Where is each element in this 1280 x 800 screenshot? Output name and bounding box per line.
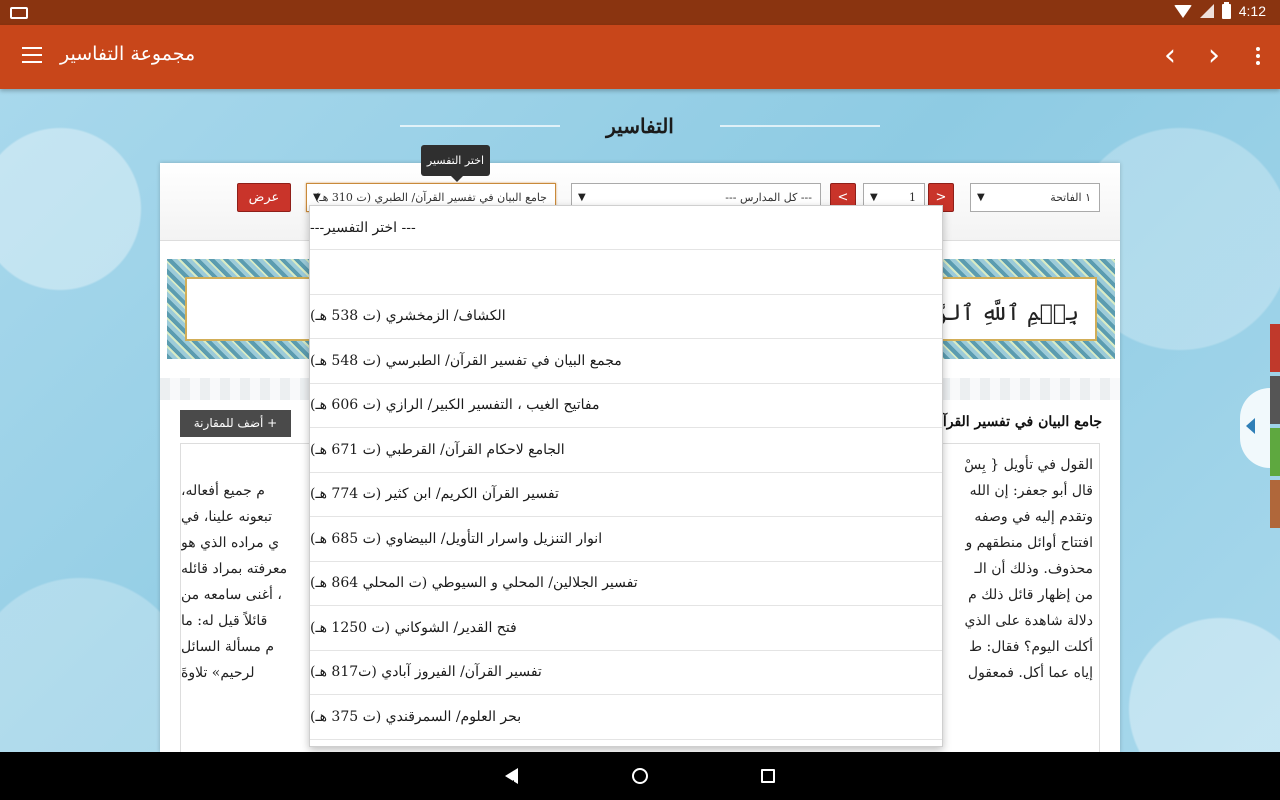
hamburger-menu-icon[interactable]: [22, 47, 42, 63]
text-line: القول في تأويل { بِسْ: [964, 457, 1093, 473]
dropdown-option[interactable]: --- اختر التفسير---: [310, 206, 942, 250]
wifi-icon: [1173, 4, 1192, 18]
text-line: لرحيم» تلاوةَ: [181, 665, 255, 681]
dropdown-option[interactable]: تفسير القرآن/ الفيروز آبادي (ت817 هـ): [310, 651, 942, 695]
chevron-left-icon[interactable]: ‹: [1164, 41, 1176, 71]
back-icon[interactable]: [505, 768, 518, 788]
chevron-right-icon[interactable]: ›: [1208, 41, 1220, 71]
text-line: قال أبو جعفر: إن الله: [969, 483, 1093, 499]
show-button[interactable]: عرض: [237, 183, 291, 212]
page-title: التفاسير: [606, 114, 674, 138]
text-line: أكلت اليوم؟ فقال: ط: [969, 639, 1093, 655]
battery-icon: [1221, 1, 1231, 19]
text-line: دلالة شاهدة على الذي: [964, 613, 1093, 629]
side-panel-toggle-icon: [1246, 418, 1255, 434]
title-divider: [400, 125, 560, 127]
tafsir-select-tooltip: اختر التفسير: [421, 145, 490, 182]
text-line: معرفته بمراد قائله: [181, 561, 288, 577]
dropdown-option[interactable]: الجامع لاحكام القرآن/ القرطبي (ت 671 هـ): [310, 428, 942, 473]
add-compare-button[interactable]: + أضف للمقارنة: [180, 410, 291, 437]
dropdown-option[interactable]: تفسير الجلالين/ المحلي و السيوطي (ت المح…: [310, 562, 942, 606]
school-select-value: --- كل المدارس ---: [725, 191, 812, 204]
title-divider: [720, 125, 880, 127]
dropdown-option[interactable]: انوار التنزيل واسرار التأويل/ البيضاوي (…: [310, 517, 942, 562]
side-tab-green[interactable]: [1270, 428, 1280, 476]
app-bar: مجموعة التفاسير ‹ ›: [0, 25, 1280, 89]
tafsir-heading: جامع البيان في تفسير القرآن: [932, 414, 1102, 430]
tafsir-dropdown-list[interactable]: --- اختر التفسير--- الكشاف/ الزمخشري (ت …: [309, 205, 943, 747]
side-tab-brown[interactable]: [1270, 480, 1280, 528]
dropdown-option[interactable]: تفسير القرآن الكريم/ ابن كثير (ت 774 هـ): [310, 473, 942, 517]
text-line: ، أغنى سامعه من: [181, 587, 282, 603]
app-notification-icon: [10, 7, 28, 19]
text-line: إياه عما أكل. فمعقول: [967, 665, 1093, 681]
overflow-menu-icon[interactable]: [1256, 47, 1260, 68]
sura-select-value: ١ الفاتحة: [1050, 191, 1091, 204]
dropdown-option[interactable]: فتح القدير/ الشوكاني (ت 1250 هـ): [310, 606, 942, 651]
app-title: مجموعة التفاسير: [60, 43, 196, 65]
home-icon[interactable]: [632, 768, 648, 784]
dropdown-option[interactable]: بحر العلوم/ السمرقندي (ت 375 هـ): [310, 695, 942, 740]
side-tab-red[interactable]: [1270, 324, 1280, 372]
status-bar: 4:12: [0, 0, 1280, 25]
text-line: محذوف. وذلك أن الـ: [974, 561, 1093, 577]
text-line: ي مراده الذي هو: [181, 535, 280, 551]
sura-select[interactable]: ١ الفاتحة ▼: [970, 183, 1100, 212]
dropdown-arrow-icon: ▼: [977, 192, 985, 203]
dropdown-option[interactable]: [310, 250, 942, 295]
tafsir-select-value: جامع البيان في تفسير القرآن/ الطبري (ت 3…: [315, 191, 547, 204]
text-line: م جميع أفعاله،: [181, 483, 265, 499]
ayah-select-value: 1: [909, 191, 916, 204]
text-line: تبعونه علينا، في: [181, 509, 272, 525]
text-line: م مسألة السائل: [181, 639, 275, 655]
dropdown-option[interactable]: الكشاف/ الزمخشري (ت 538 هـ): [310, 295, 942, 339]
text-line: قائلاً قيل له: ما: [181, 613, 268, 629]
recents-icon[interactable]: [761, 769, 775, 783]
dropdown-option[interactable]: مفاتيح الغيب ، التفسير الكبير/ الرازي (ت…: [310, 384, 942, 428]
side-tab-gray[interactable]: [1270, 376, 1280, 424]
signal-icon: [1199, 4, 1214, 18]
system-navigation-bar: [0, 752, 1280, 800]
dropdown-option[interactable]: مجمع البيان في تفسير القرآن/ الطبرسي (ت …: [310, 339, 942, 384]
text-line: افتتاح أوائل منطقهم و: [965, 535, 1093, 551]
status-icons: 4:12: [1173, 1, 1266, 19]
text-line: وتقدم إليه في وصفه: [974, 509, 1093, 525]
status-time: 4:12: [1238, 3, 1266, 19]
text-line: من إظهار قائل ذلك م: [968, 587, 1093, 603]
